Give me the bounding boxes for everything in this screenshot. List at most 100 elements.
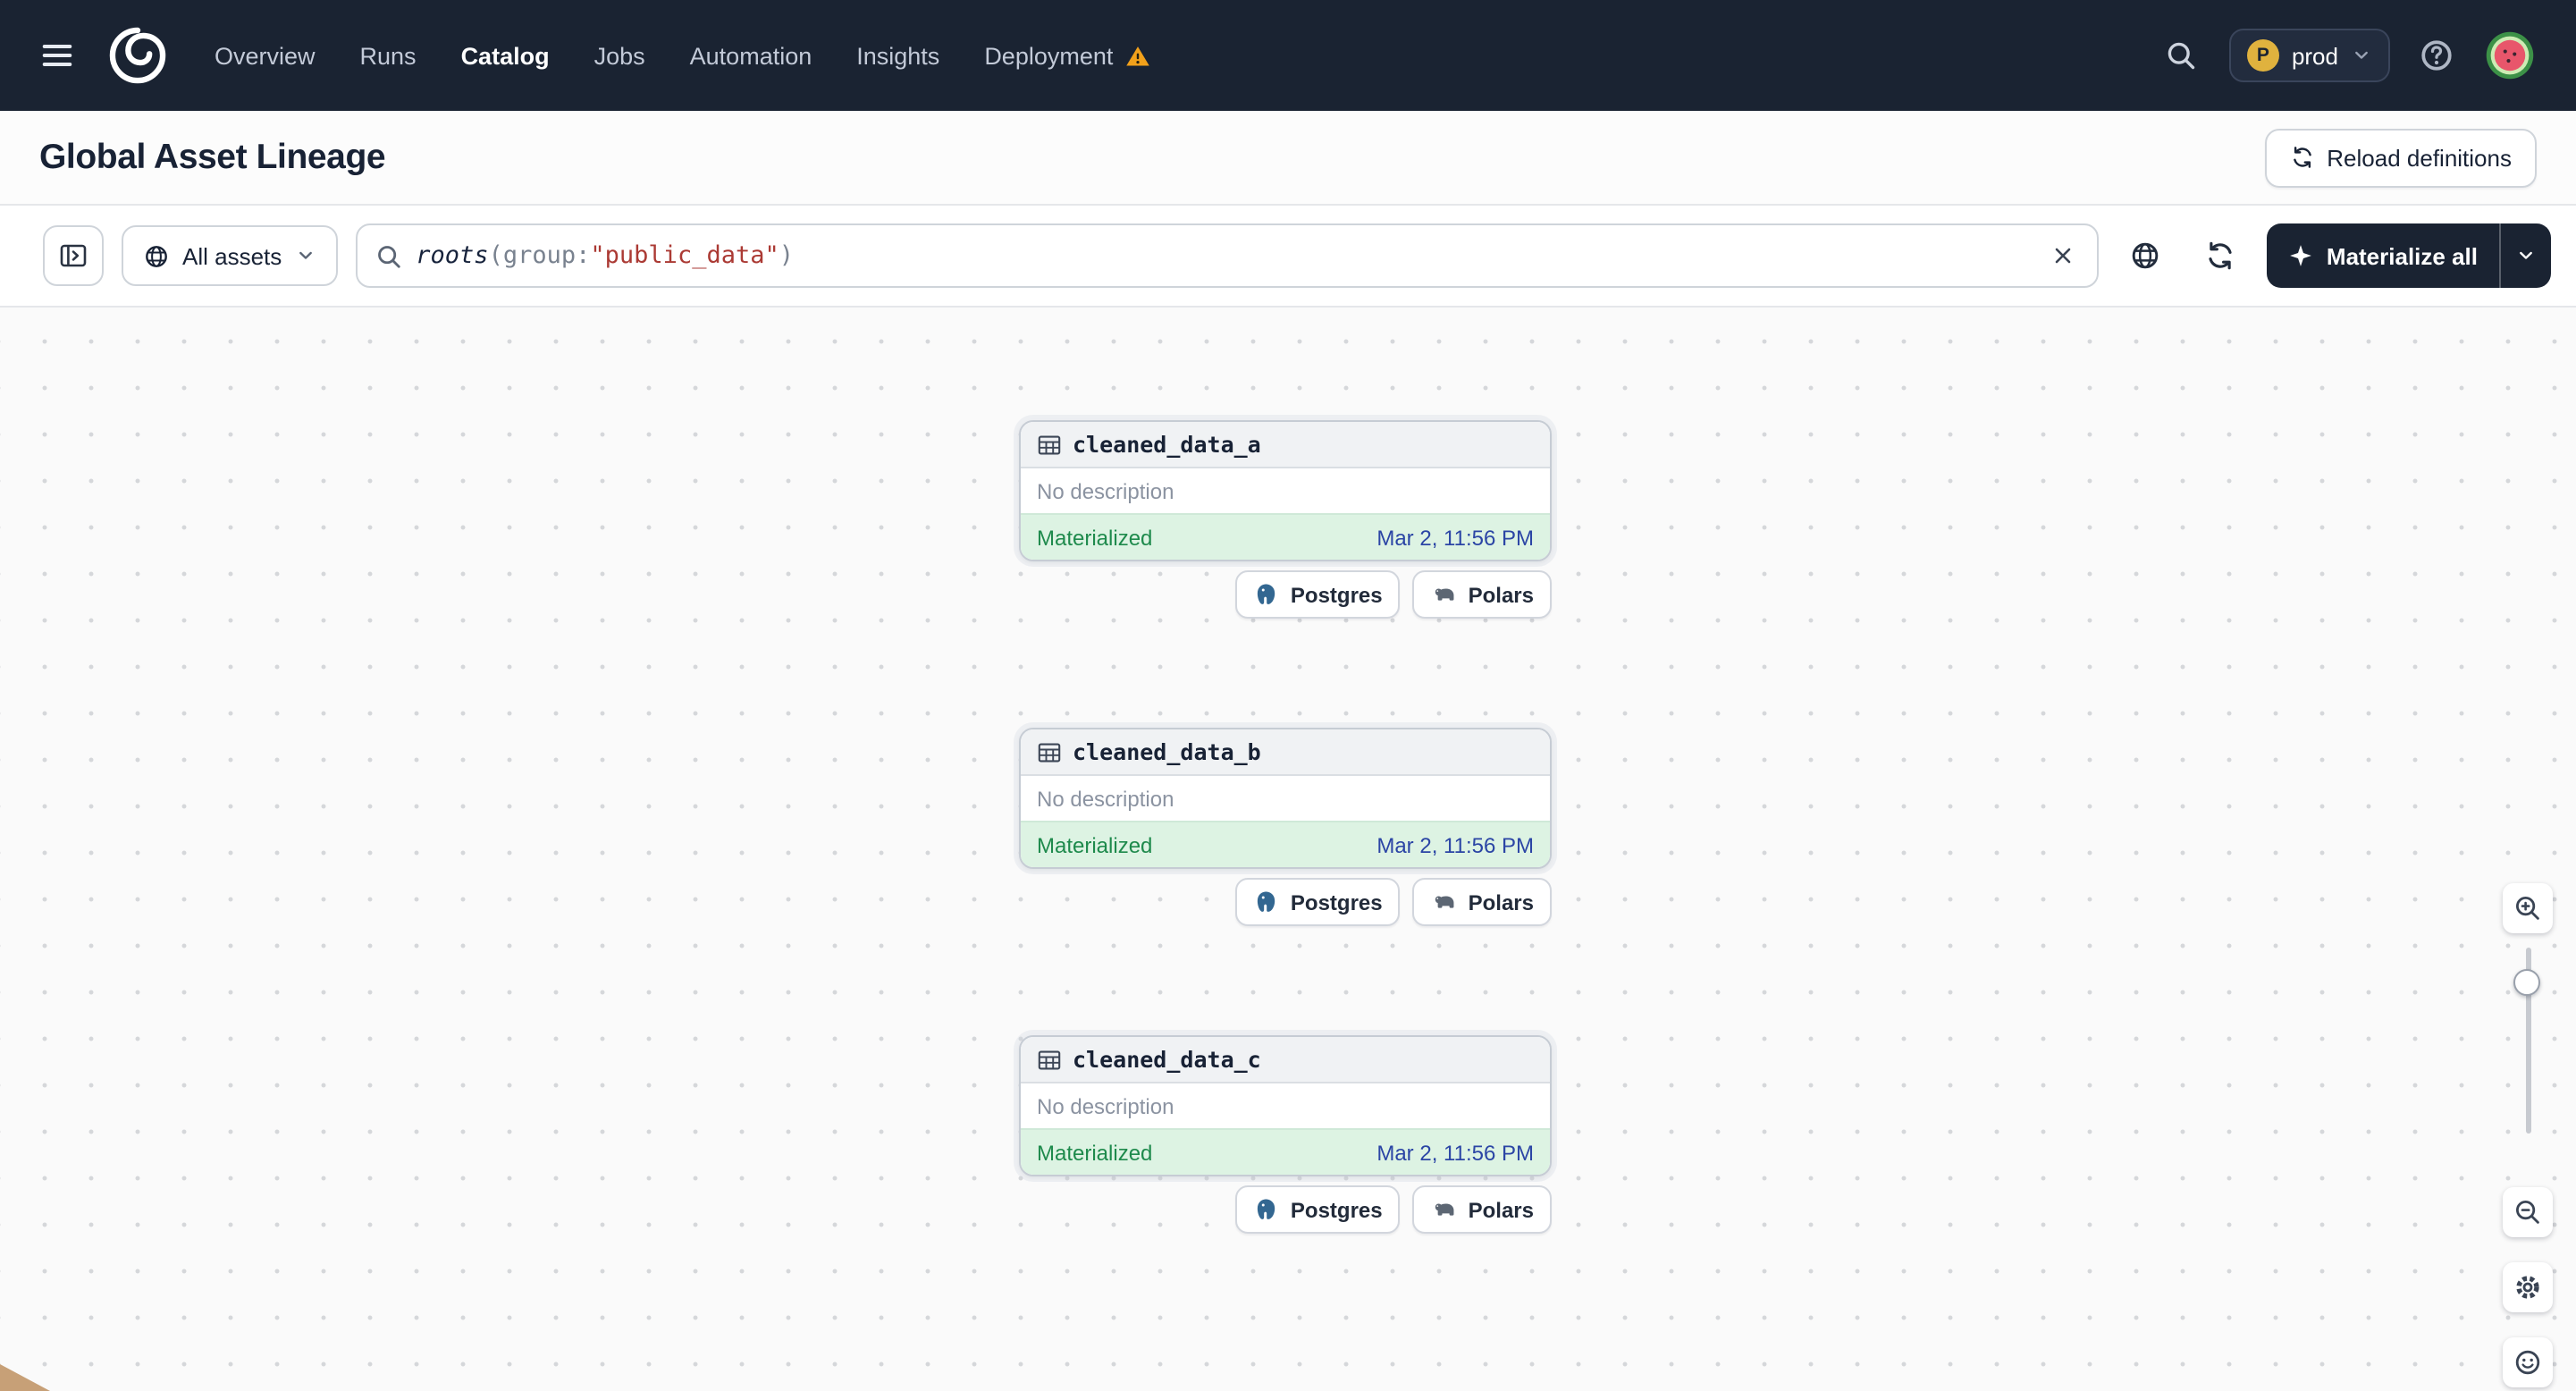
- hamburger-menu-icon: [39, 38, 75, 73]
- table-icon: [1037, 1047, 1062, 1072]
- materialization-timestamp[interactable]: Mar 2, 11:56 PM: [1376, 525, 1534, 550]
- deployment-badge: P: [2246, 39, 2279, 72]
- asset-tags-row: Postgres Polars: [1019, 878, 1552, 926]
- asset-node-header: cleaned_data_b: [1021, 729, 1550, 776]
- tag-polars[interactable]: Polars: [1412, 570, 1552, 619]
- globe-icon: [2130, 240, 2162, 272]
- zoom-out-icon: [2513, 1198, 2542, 1227]
- asset-node-cleaned-data-a[interactable]: cleaned_data_a No description Materializ…: [1019, 420, 1552, 561]
- asset-node-header: cleaned_data_a: [1021, 422, 1550, 468]
- table-icon: [1037, 432, 1062, 457]
- reload-icon: [2289, 145, 2314, 170]
- zoom-in-button[interactable]: [2503, 883, 2553, 933]
- polars-icon: [1431, 889, 1458, 915]
- watermelon-avatar-icon: [2483, 29, 2537, 82]
- tag-polars[interactable]: Polars: [1412, 1185, 1552, 1234]
- asset-status-row: Materialized Mar 2, 11:56 PM: [1021, 513, 1550, 560]
- asset-name: cleaned_data_b: [1073, 738, 1261, 765]
- nav-item-catalog[interactable]: Catalog: [461, 42, 550, 69]
- materialized-label: Materialized: [1037, 1140, 1153, 1165]
- feedback-button[interactable]: [2503, 1337, 2553, 1387]
- zoom-in-icon: [2513, 894, 2542, 923]
- asset-description: No description: [1037, 1093, 1174, 1118]
- tag-polars[interactable]: Polars: [1412, 878, 1552, 926]
- asset-tags-row: Postgres Polars: [1019, 570, 1552, 619]
- top-nav: Overview Runs Catalog Jobs Automation In…: [0, 0, 2576, 111]
- materialized-label: Materialized: [1037, 832, 1153, 857]
- nav-item-insights[interactable]: Insights: [856, 42, 939, 69]
- zoom-slider-thumb[interactable]: [2513, 969, 2540, 996]
- nav-item-automation[interactable]: Automation: [690, 42, 812, 69]
- deployment-name: prod: [2291, 42, 2338, 69]
- nav-item-jobs[interactable]: Jobs: [594, 42, 645, 69]
- globe-icon: [143, 242, 170, 269]
- materialization-timestamp[interactable]: Mar 2, 11:56 PM: [1376, 832, 1534, 857]
- asset-name: cleaned_data_c: [1073, 1046, 1261, 1073]
- table-icon: [1037, 739, 1062, 764]
- chevron-down-icon: [294, 245, 316, 266]
- graph-settings-button[interactable]: [2503, 1262, 2553, 1312]
- postgres-icon: [1253, 581, 1280, 608]
- asset-node-header: cleaned_data_c: [1021, 1037, 1550, 1083]
- nav-links: Overview Runs Catalog Jobs Automation In…: [215, 42, 1150, 69]
- tag-postgres[interactable]: Postgres: [1234, 1185, 1401, 1234]
- asset-description: No description: [1037, 478, 1174, 503]
- asset-selection-input[interactable]: roots(group: "public_data"): [355, 223, 2100, 288]
- clear-icon: [2051, 243, 2076, 268]
- materialize-options-button[interactable]: [2501, 223, 2551, 288]
- asset-status-row: Materialized Mar 2, 11:56 PM: [1021, 821, 1550, 867]
- asset-status-row: Materialized Mar 2, 11:56 PM: [1021, 1128, 1550, 1175]
- search-icon: [2165, 39, 2197, 72]
- dagster-app: Overview Runs Catalog Jobs Automation In…: [0, 0, 2576, 1391]
- query-function: roots: [416, 241, 489, 270]
- zoom-out-button[interactable]: [2503, 1187, 2553, 1237]
- nav-item-runs[interactable]: Runs: [360, 42, 417, 69]
- graph-controls: [2501, 883, 2555, 1391]
- deployment-switcher[interactable]: P prod: [2228, 29, 2390, 82]
- panel-toggle-icon: [59, 241, 88, 270]
- asset-tags-row: Postgres Polars: [1019, 1185, 1552, 1234]
- tag-postgres[interactable]: Postgres: [1234, 878, 1401, 926]
- materialize-all-split-button: Materialize all: [2267, 223, 2551, 288]
- asset-description: No description: [1037, 786, 1174, 811]
- polars-icon: [1431, 1196, 1458, 1223]
- tag-postgres[interactable]: Postgres: [1234, 570, 1401, 619]
- view-options-button[interactable]: [2117, 227, 2175, 284]
- materialized-label: Materialized: [1037, 525, 1153, 550]
- help-icon: [2419, 38, 2454, 73]
- hamburger-menu-button[interactable]: [32, 30, 82, 80]
- magnifier-icon: [375, 242, 401, 269]
- warning-icon: [1124, 42, 1150, 69]
- asset-name: cleaned_data_a: [1073, 431, 1261, 458]
- refresh-graph-button[interactable]: [2193, 227, 2250, 284]
- dagster-logo[interactable]: [107, 25, 168, 86]
- postgres-icon: [1253, 1196, 1280, 1223]
- nav-item-deployment[interactable]: Deployment: [984, 42, 1150, 69]
- canvas-corner-artifact: [0, 1364, 50, 1391]
- asset-node-cleaned-data-c[interactable]: cleaned_data_c No description Materializ…: [1019, 1035, 1552, 1176]
- polars-icon: [1431, 581, 1458, 608]
- help-button[interactable]: [2419, 38, 2454, 73]
- reload-definitions-button[interactable]: Reload definitions: [2264, 128, 2537, 187]
- sparkle-icon: [2289, 243, 2314, 268]
- nav-item-overview[interactable]: Overview: [215, 42, 316, 69]
- chevron-down-icon: [2351, 45, 2372, 66]
- lineage-canvas[interactable]: cleaned_data_a No description Materializ…: [0, 308, 2576, 1391]
- asset-selection-query: roots(group: "public_data"): [416, 241, 795, 270]
- settings-gear-icon: [2513, 1273, 2542, 1302]
- refresh-icon: [2205, 240, 2237, 272]
- chevron-down-icon: [2515, 245, 2537, 266]
- postgres-icon: [1253, 889, 1280, 915]
- user-avatar[interactable]: [2483, 29, 2537, 82]
- materialize-all-button[interactable]: Materialize all: [2268, 223, 2499, 288]
- asset-scope-dropdown[interactable]: All assets: [122, 225, 338, 286]
- materialization-timestamp[interactable]: Mar 2, 11:56 PM: [1376, 1140, 1534, 1165]
- clear-query-button[interactable]: [2048, 240, 2080, 272]
- nav-right: P prod: [2161, 29, 2537, 82]
- smiley-icon: [2513, 1348, 2542, 1377]
- asset-node-cleaned-data-b[interactable]: cleaned_data_b No description Materializ…: [1019, 728, 1552, 869]
- page-title: Global Asset Lineage: [39, 137, 386, 176]
- left-panel-toggle-button[interactable]: [43, 225, 104, 286]
- search-button[interactable]: [2161, 36, 2201, 75]
- page-header: Global Asset Lineage Reload definitions: [0, 111, 2576, 206]
